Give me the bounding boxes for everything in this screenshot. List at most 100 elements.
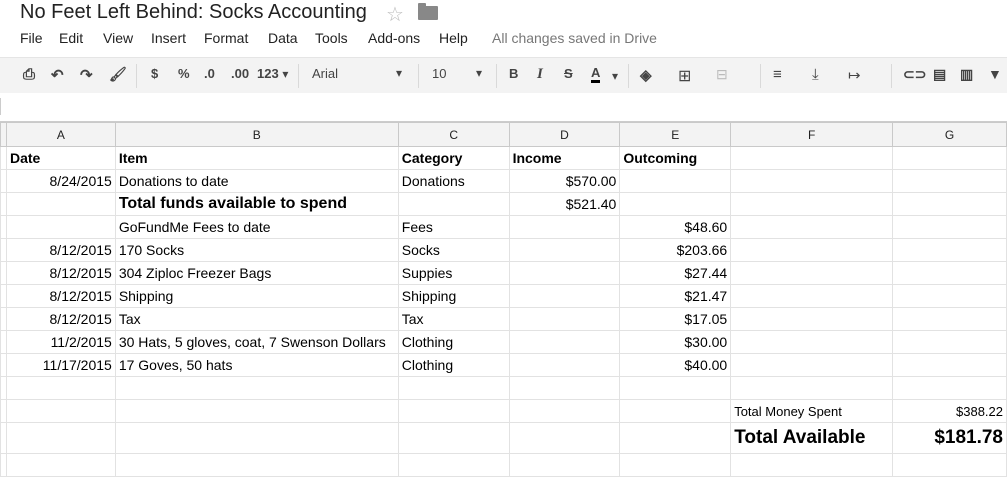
column-header-c[interactable]: C bbox=[397, 122, 510, 147]
decrease-decimal-button[interactable]: .0 bbox=[204, 66, 215, 81]
menu-file[interactable]: File bbox=[20, 30, 43, 46]
cell[interactable] bbox=[397, 422, 510, 454]
cell[interactable] bbox=[730, 307, 894, 331]
cell[interactable] bbox=[892, 353, 1007, 377]
cell[interactable]: $21.47 bbox=[619, 284, 732, 308]
cell[interactable]: Tax bbox=[114, 307, 399, 331]
cell[interactable]: 170 Socks bbox=[114, 238, 399, 262]
italic-button[interactable]: I bbox=[537, 66, 543, 83]
star-icon[interactable]: ☆ bbox=[386, 2, 404, 27]
cell[interactable] bbox=[5, 453, 116, 477]
cell[interactable]: Outcoming bbox=[619, 146, 732, 170]
cell[interactable]: 17 Goves, 50 hats bbox=[114, 353, 399, 377]
cell[interactable]: $388.22 bbox=[892, 399, 1007, 423]
cell[interactable] bbox=[892, 453, 1007, 477]
cell[interactable] bbox=[892, 215, 1007, 239]
cell[interactable] bbox=[508, 330, 621, 354]
cell[interactable]: $203.66 bbox=[619, 238, 732, 262]
undo-icon[interactable]: ↶ bbox=[51, 66, 64, 84]
cell[interactable] bbox=[397, 376, 510, 400]
align-left-icon[interactable]: ≡ bbox=[773, 66, 782, 83]
column-header-a[interactable]: A bbox=[5, 122, 116, 147]
cell[interactable]: Clothing bbox=[397, 353, 510, 377]
cell[interactable]: $27.44 bbox=[619, 261, 732, 285]
cell[interactable] bbox=[508, 399, 621, 423]
cell[interactable]: Fees bbox=[397, 215, 510, 239]
cell[interactable] bbox=[5, 192, 116, 216]
cell[interactable] bbox=[508, 215, 621, 239]
cell[interactable] bbox=[397, 192, 510, 216]
menu-help[interactable]: Help bbox=[439, 30, 468, 46]
cell[interactable]: $17.05 bbox=[619, 307, 732, 331]
cell[interactable] bbox=[508, 261, 621, 285]
cell[interactable]: Shipping bbox=[397, 284, 510, 308]
cell[interactable]: Shipping bbox=[114, 284, 399, 308]
cell[interactable]: $521.40 bbox=[508, 192, 621, 216]
column-header-b[interactable]: B bbox=[114, 122, 399, 147]
cell[interactable] bbox=[508, 353, 621, 377]
cell[interactable]: Total Available bbox=[730, 422, 894, 454]
cell[interactable]: Suppies bbox=[397, 261, 510, 285]
currency-button[interactable]: $ bbox=[151, 66, 158, 81]
cell[interactable] bbox=[114, 399, 399, 423]
cell[interactable]: 8/12/2015 bbox=[5, 238, 116, 262]
cell[interactable] bbox=[619, 376, 732, 400]
cell[interactable] bbox=[730, 215, 894, 239]
cell[interactable]: 8/12/2015 bbox=[5, 284, 116, 308]
borders-icon[interactable]: ⊞ bbox=[678, 66, 691, 86]
cell[interactable] bbox=[397, 399, 510, 423]
cell[interactable] bbox=[619, 169, 732, 193]
cell[interactable] bbox=[508, 453, 621, 477]
cell[interactable] bbox=[619, 453, 732, 477]
cell[interactable] bbox=[730, 330, 894, 354]
merge-cells-icon[interactable]: ⊟ bbox=[716, 66, 728, 83]
cell[interactable] bbox=[892, 238, 1007, 262]
cell[interactable]: $570.00 bbox=[508, 169, 621, 193]
cell[interactable] bbox=[892, 307, 1007, 331]
cell[interactable]: 11/17/2015 bbox=[5, 353, 116, 377]
cell[interactable] bbox=[508, 307, 621, 331]
chart-icon[interactable]: ▥ bbox=[960, 66, 973, 83]
formula-bar[interactable] bbox=[0, 93, 1007, 122]
cell[interactable] bbox=[730, 192, 894, 216]
cell[interactable] bbox=[508, 376, 621, 400]
more-formats-button[interactable]: 123 ▾ bbox=[257, 66, 288, 81]
filter-icon[interactable]: ▼ bbox=[988, 66, 1002, 82]
redo-icon[interactable]: ↷ bbox=[80, 66, 93, 84]
cell[interactable] bbox=[397, 453, 510, 477]
cell[interactable] bbox=[730, 238, 894, 262]
cell[interactable] bbox=[892, 169, 1007, 193]
comment-icon[interactable]: ▤ bbox=[933, 66, 946, 83]
cell[interactable]: Total Money Spent bbox=[730, 399, 894, 423]
cell[interactable] bbox=[730, 376, 894, 400]
cell[interactable] bbox=[5, 215, 116, 239]
menu-format[interactable]: Format bbox=[204, 30, 248, 46]
link-icon[interactable]: ⊂⊃ bbox=[903, 66, 926, 83]
cell[interactable]: 8/24/2015 bbox=[5, 169, 116, 193]
text-color-button[interactable]: A bbox=[591, 66, 601, 83]
cell[interactable] bbox=[730, 261, 894, 285]
cell[interactable]: Date bbox=[5, 146, 116, 170]
cell[interactable] bbox=[508, 422, 621, 454]
font-size-select[interactable]: 10 ▾ bbox=[432, 66, 482, 81]
cell[interactable] bbox=[892, 146, 1007, 170]
menu-data[interactable]: Data bbox=[268, 30, 298, 46]
cell[interactable] bbox=[114, 422, 399, 454]
cell[interactable]: Item bbox=[114, 146, 399, 170]
cell[interactable] bbox=[730, 169, 894, 193]
menu-insert[interactable]: Insert bbox=[151, 30, 186, 46]
cell[interactable] bbox=[619, 422, 732, 454]
cell[interactable]: 304 Ziploc Freezer Bags bbox=[114, 261, 399, 285]
menu-addons[interactable]: Add-ons bbox=[368, 30, 420, 46]
cell[interactable] bbox=[892, 330, 1007, 354]
cell[interactable]: Socks bbox=[397, 238, 510, 262]
cell[interactable] bbox=[619, 399, 732, 423]
cell[interactable] bbox=[892, 192, 1007, 216]
cell[interactable] bbox=[892, 376, 1007, 400]
text-color-dropdown-icon[interactable]: ▾ bbox=[612, 69, 618, 83]
percent-button[interactable]: % bbox=[178, 66, 190, 81]
cell[interactable]: 30 Hats, 5 gloves, coat, 7 Swenson Dolla… bbox=[114, 330, 399, 354]
cell[interactable] bbox=[619, 192, 732, 216]
cell[interactable]: Clothing bbox=[397, 330, 510, 354]
cell[interactable] bbox=[730, 453, 894, 477]
